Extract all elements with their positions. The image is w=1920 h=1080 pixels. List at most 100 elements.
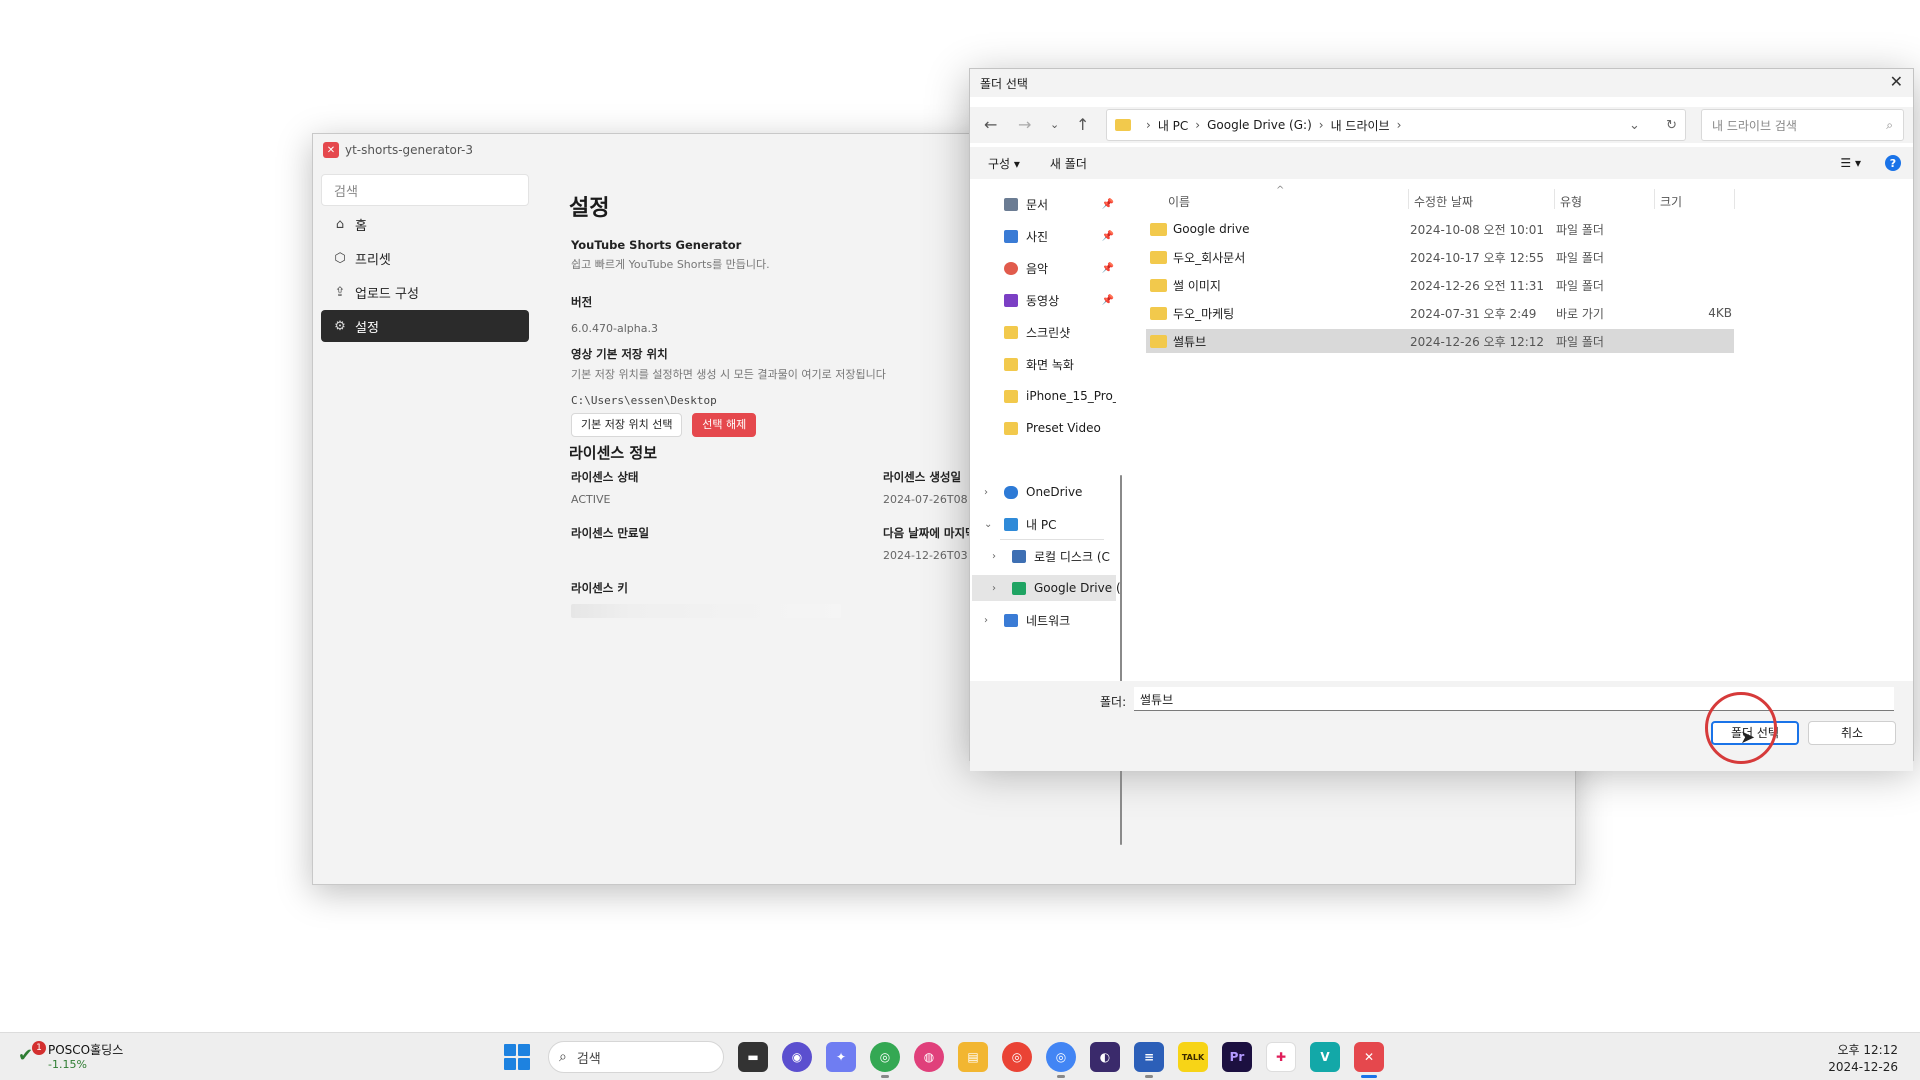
recent-dropdown-icon[interactable]: ⌄ xyxy=(1050,118,1059,131)
save-location-label: 영상 기본 저장 위치 xyxy=(571,347,668,361)
home-icon: ⌂ xyxy=(335,216,345,232)
video-icon xyxy=(1004,293,1018,307)
column-type[interactable]: 유형 xyxy=(1560,193,1582,210)
chevron-right-icon[interactable]: › xyxy=(984,615,988,626)
copilot-icon[interactable]: ✦ xyxy=(826,1042,856,1072)
windows-start-icon[interactable] xyxy=(504,1044,530,1070)
clock-time: 오후 12:12 xyxy=(1837,1043,1898,1057)
pin-icon: 📌 xyxy=(1101,230,1114,242)
file-row-selected[interactable]: 썰튜브 2024-12-26 오후 12:12 파일 폴더 xyxy=(1146,329,1734,353)
tree-scrollbar[interactable] xyxy=(1120,475,1122,845)
up-arrow-icon[interactable]: ↑ xyxy=(1076,115,1089,134)
sidebar-item-settings[interactable]: ⚙ 설정 xyxy=(321,310,529,342)
file-row[interactable]: Google drive 2024-10-08 오전 10:01 파일 폴더 xyxy=(1146,217,1734,241)
file-row[interactable]: 썰 이미지 2024-12-26 오전 11:31 파일 폴더 xyxy=(1146,273,1734,297)
chevron-right-icon[interactable]: › xyxy=(992,583,996,594)
premiere-icon[interactable]: Pr xyxy=(1222,1042,1252,1072)
column-size[interactable]: 크기 xyxy=(1660,193,1682,210)
folder-icon xyxy=(1115,119,1131,131)
picture-icon xyxy=(1004,229,1018,243)
dialog-search-input[interactable]: 내 드라이브 검색 ⌕ xyxy=(1701,109,1904,141)
shortcut-folder-icon xyxy=(1150,306,1167,320)
sidebar-item-preset[interactable]: ⬡ 프리셋 xyxy=(321,242,529,274)
sidebar-item-upload[interactable]: ⇪ 업로드 구성 xyxy=(321,276,529,308)
file-date: 2024-10-17 오후 12:55 xyxy=(1410,250,1545,265)
close-icon[interactable]: ✕ xyxy=(1890,72,1903,91)
kakaotalk-icon[interactable]: TALK xyxy=(1178,1042,1208,1072)
tree-item-my-pc[interactable]: ⌄ 내 PC xyxy=(984,511,1116,537)
column-name[interactable]: 이름 xyxy=(1168,193,1190,210)
v-app-icon[interactable]: V xyxy=(1310,1042,1340,1072)
forward-arrow-icon[interactable]: → xyxy=(1018,115,1031,134)
tree-item-onedrive[interactable]: › OneDrive xyxy=(984,479,1116,505)
chevron-down-icon[interactable]: ⌄ xyxy=(1629,118,1640,133)
notification-badge: 1 xyxy=(32,1041,46,1055)
pin-icon: 📌 xyxy=(1101,262,1114,274)
sidebar-item-home[interactable]: ⌂ 홈 xyxy=(321,208,529,240)
tree-item-documents[interactable]: 문서 📌 xyxy=(1004,191,1116,217)
tree-item-pictures[interactable]: 사진 📌 xyxy=(1004,223,1116,249)
file-row[interactable]: 두오_마케팅 2024-07-31 오후 2:49 바로 가기 4KB xyxy=(1146,301,1734,325)
file-row[interactable]: 두오_회사문서 2024-10-17 오후 12:55 파일 폴더 xyxy=(1146,245,1734,269)
folder-icon xyxy=(1004,421,1018,435)
column-date[interactable]: 수정한 날짜 xyxy=(1414,193,1473,210)
chevron-right-icon[interactable]: › xyxy=(984,487,988,498)
cancel-button[interactable]: 취소 xyxy=(1808,721,1896,745)
chevron-down-icon[interactable]: ⌄ xyxy=(984,519,992,530)
back-arrow-icon[interactable]: ← xyxy=(984,115,997,134)
yt-shorts-app-icon[interactable]: ✕ xyxy=(1354,1042,1384,1078)
tree-item-google-drive[interactable]: › Google Drive ( xyxy=(972,575,1121,601)
taskbar-search[interactable]: ⌕ 검색 xyxy=(548,1041,724,1073)
cloud-icon xyxy=(1004,485,1018,499)
tree-item-screenshots[interactable]: 스크린샷 xyxy=(1004,319,1116,345)
file-name: 두오_회사문서 xyxy=(1173,250,1246,265)
file-list: 이름 ^ 수정한 날짜 유형 크기 Google drive 2024-10-0… xyxy=(1128,185,1913,745)
taskbar-apps: ⌕ 검색 ▬ ◉ ✦ ◎ ◍ ▤ ◎ ◎ ◐ ≡ TALK Pr ✚ V ✕ xyxy=(504,1041,1384,1078)
tree-item-local-disk[interactable]: › 로컬 디스크 (C xyxy=(992,543,1116,569)
help-icon[interactable]: ? xyxy=(1885,155,1901,171)
view-options-icon[interactable]: ☰ ▾ xyxy=(1840,156,1861,170)
tree-item-iphone[interactable]: iPhone_15_Pro_E xyxy=(1004,383,1116,409)
clear-selection-button[interactable]: 선택 해제 xyxy=(692,413,757,437)
tree-item-music[interactable]: 음악 📌 xyxy=(1004,255,1116,281)
navigation-tree: 문서 📌 사진 📌 음악 📌 동영상 📌 스크린샷 화면 녹화 iPhone_1… xyxy=(970,185,1122,845)
chrome-icon[interactable]: ◎ xyxy=(1002,1042,1032,1072)
breadcrumb-item[interactable]: 내 드라이브 xyxy=(1331,117,1390,134)
app-blue-icon[interactable]: ≡ xyxy=(1134,1042,1164,1078)
folder-icon xyxy=(1150,334,1167,348)
stock-widget[interactable]: ✔ 1 POSCO홀딩스 -1.15% xyxy=(18,1041,123,1071)
tree-item-network[interactable]: › 네트워크 xyxy=(984,607,1116,633)
tree-item-preset-video[interactable]: Preset Video xyxy=(1004,415,1116,441)
address-bar[interactable]: › 내 PC › Google Drive (G:) › 내 드라이브 › ⌄ … xyxy=(1106,109,1686,141)
chevron-right-icon[interactable]: › xyxy=(992,551,996,562)
license-created-value: 2024-07-26T08 xyxy=(883,493,968,506)
save-path: C:\Users\essen\Desktop xyxy=(571,394,717,407)
chrome-icon[interactable]: ◎ xyxy=(870,1042,900,1078)
refresh-icon[interactable]: ↻ xyxy=(1666,118,1677,133)
choose-location-button[interactable]: 기본 저장 위치 선택 xyxy=(571,413,683,437)
chrome-icon[interactable]: ◎ xyxy=(1046,1042,1076,1078)
search-icon: ⌕ xyxy=(1886,117,1893,132)
system-clock[interactable]: 오후 12:12 2024-12-26 xyxy=(1828,1042,1898,1076)
app-pink-icon[interactable]: ◍ xyxy=(914,1042,944,1072)
folder-icon xyxy=(1150,278,1167,292)
sidebar-item-label: 설정 xyxy=(355,320,379,336)
version-value: 6.0.470-alpha.3 xyxy=(571,322,658,335)
tree-item-videos[interactable]: 동영상 📌 xyxy=(1004,287,1116,313)
breadcrumb-item[interactable]: Google Drive (G:) xyxy=(1207,118,1312,132)
folder-name-input[interactable]: 썰튜브 xyxy=(1134,687,1894,711)
tree-item-screen-recordings[interactable]: 화면 녹화 xyxy=(1004,351,1116,377)
slack-icon[interactable]: ✚ xyxy=(1266,1042,1296,1072)
file-type: 파일 폴더 xyxy=(1556,250,1604,265)
stock-change: -1.15% xyxy=(48,1058,87,1071)
sidebar-search-input[interactable]: 검색 xyxy=(321,174,529,206)
file-explorer-icon[interactable]: ▤ xyxy=(958,1042,988,1072)
organize-button[interactable]: 구성 ▾ xyxy=(988,155,1020,172)
license-status-label: 라이센스 상태 xyxy=(571,470,639,484)
taskview-app-icon[interactable]: ▬ xyxy=(738,1042,768,1072)
app-dark-icon[interactable]: ◐ xyxy=(1090,1042,1120,1072)
app-purple-icon[interactable]: ◉ xyxy=(782,1042,812,1072)
breadcrumb-item[interactable]: 내 PC xyxy=(1158,117,1188,134)
license-key-label: 라이센스 키 xyxy=(571,581,628,595)
new-folder-button[interactable]: 새 폴더 xyxy=(1050,155,1087,172)
